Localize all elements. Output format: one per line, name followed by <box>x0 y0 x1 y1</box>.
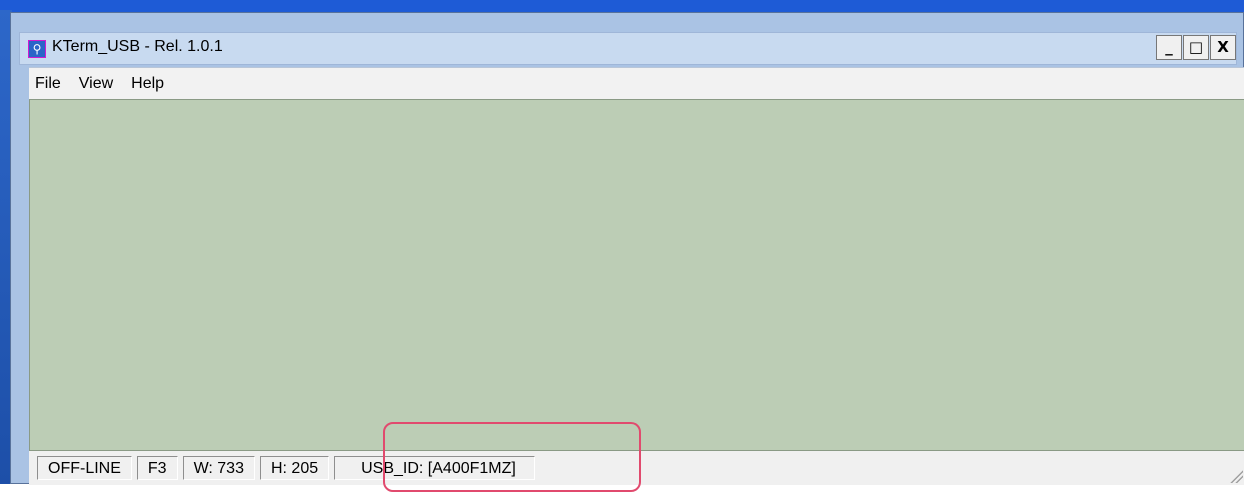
font-status: F3 <box>136 456 178 480</box>
height-status: H: 205 <box>259 456 330 480</box>
menu-bar: File View Help <box>29 67 1244 99</box>
menu-help[interactable]: Help <box>131 75 164 93</box>
terminal-area[interactable] <box>29 99 1244 451</box>
width-status: W: 733 <box>182 456 255 480</box>
app-window: ⚲ KTerm_USB - Rel. 1.0.1 _ □ X File View… <box>10 12 1244 485</box>
connection-status: OFF-LINE <box>37 456 132 480</box>
maximize-button[interactable]: □ <box>1183 35 1209 60</box>
title-bar-inner: ⚲ KTerm_USB - Rel. 1.0.1 _ □ X <box>19 32 1237 65</box>
window-title: KTerm_USB - Rel. 1.0.1 <box>52 38 223 55</box>
resize-grip-icon[interactable] <box>1229 469 1243 483</box>
menu-view[interactable]: View <box>79 75 113 93</box>
title-bar[interactable]: ⚲ KTerm_USB - Rel. 1.0.1 _ □ X <box>19 16 1239 68</box>
window-controls: _ □ X <box>1156 35 1236 60</box>
close-button[interactable]: X <box>1210 35 1236 60</box>
usb-id-status: USB_ID: [A400F1MZ] <box>334 456 535 480</box>
minimize-button[interactable]: _ <box>1156 35 1182 60</box>
menu-file[interactable]: File <box>35 75 61 93</box>
desktop-top-strip <box>0 0 1244 12</box>
usb-icon[interactable]: ⚲ <box>28 40 46 58</box>
status-bar: OFF-LINE F3 W: 733 H: 205 USB_ID: [A400F… <box>29 451 1244 485</box>
